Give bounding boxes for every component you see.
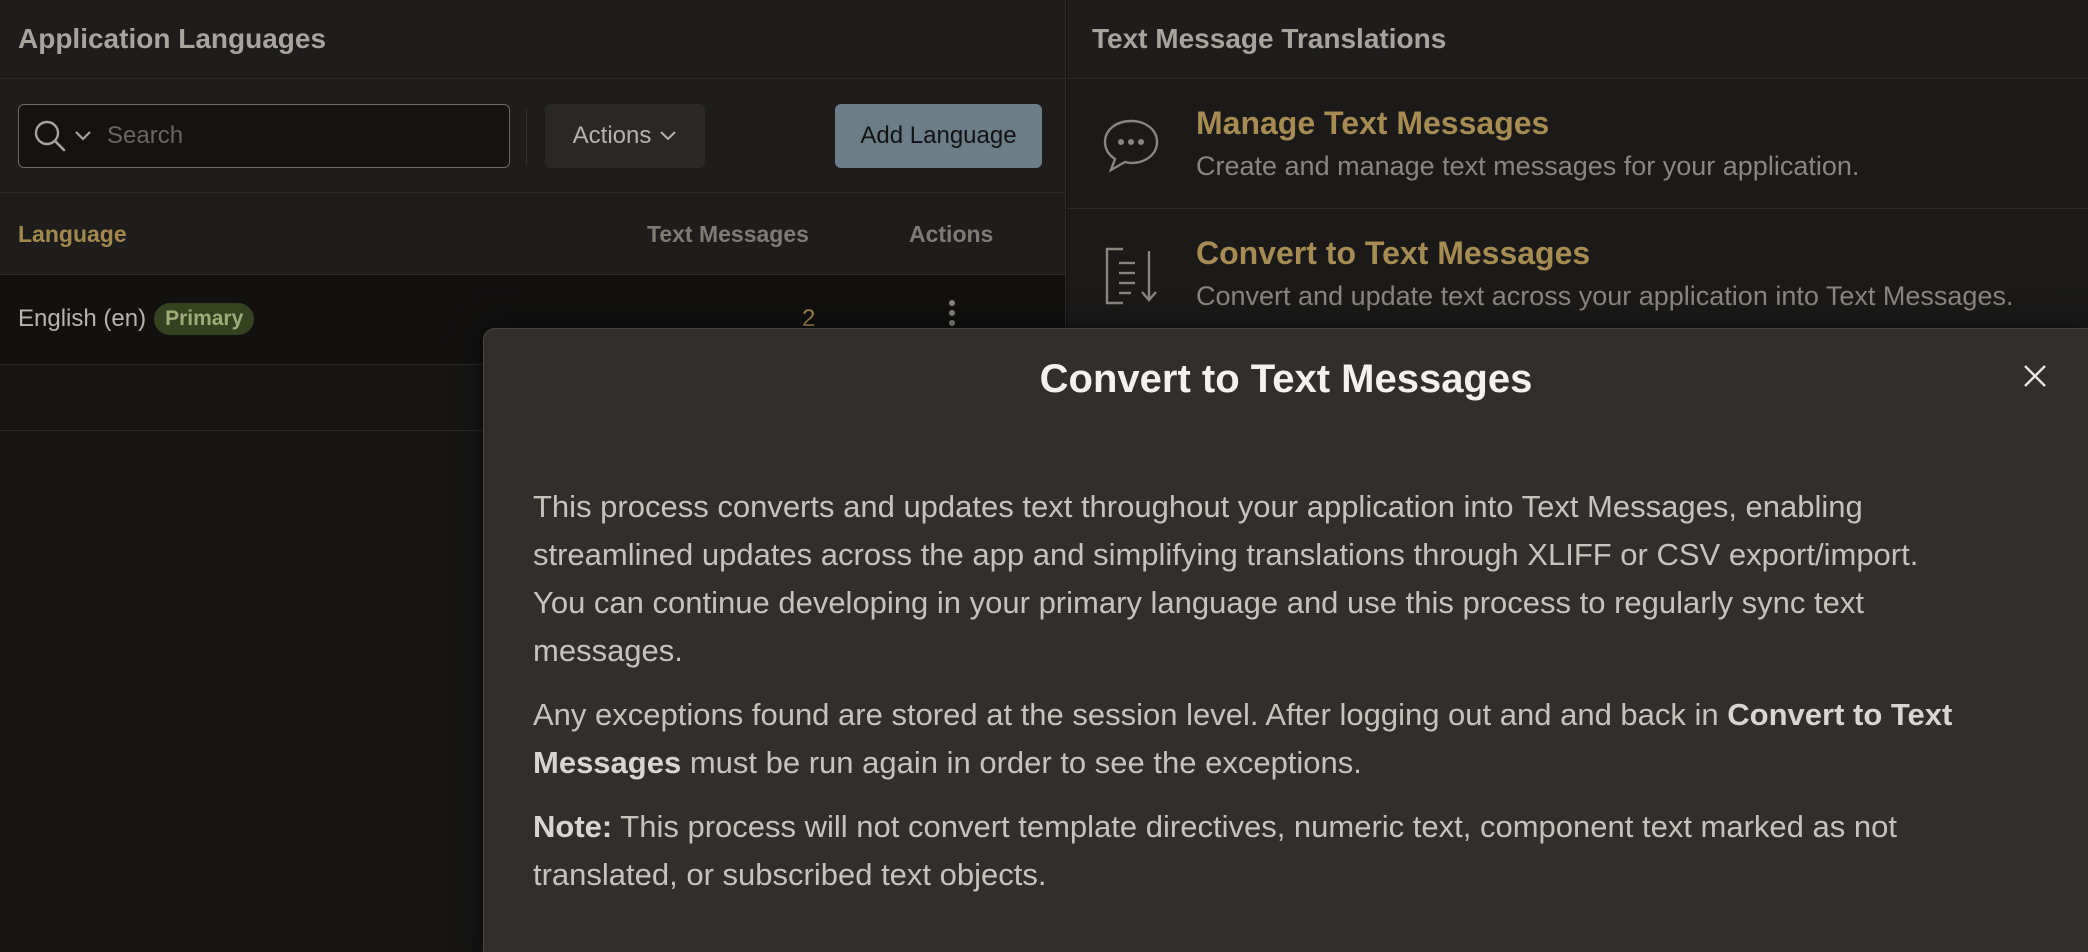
manage-text-messages-link[interactable]: Manage Text Messages Create and manage t… <box>1067 79 2088 209</box>
speech-bubble-icon <box>1103 119 1159 173</box>
convert-to-text-messages-dialog: Convert to Text Messages This process co… <box>483 328 2088 952</box>
dialog-title: Convert to Text Messages <box>1039 357 1533 401</box>
primary-badge: Primary <box>154 303 255 335</box>
panel-title: Application Languages <box>18 23 327 54</box>
panel-header: Text Message Translations <box>1067 0 2088 79</box>
add-language-button[interactable]: Add Language <box>835 104 1042 168</box>
dialog-paragraph-exceptions: Any exceptions found are stored at the s… <box>533 697 1953 780</box>
language-cell: English (en) Primary <box>18 303 255 335</box>
table-header: Language Text Messages Actions <box>0 193 1065 275</box>
column-header-text-messages[interactable]: Text Messages <box>647 221 809 248</box>
link-description: Create and manage text messages for your… <box>1196 151 1860 181</box>
search-menu-toggle[interactable] <box>33 119 93 153</box>
link-title: Convert to Text Messages <box>1196 235 1591 271</box>
actions-menu-button[interactable]: Actions <box>545 104 705 168</box>
row-actions-kebab-icon[interactable] <box>945 298 959 328</box>
language-name: English (en) <box>18 305 147 332</box>
toolbar: Search Actions Add Language <box>0 79 1065 193</box>
close-icon[interactable] <box>2022 363 2048 389</box>
chevron-down-icon <box>75 131 91 141</box>
convert-to-text-messages-link[interactable]: Convert to Text Messages Convert and upd… <box>1067 209 2088 339</box>
link-title: Manage Text Messages <box>1196 105 1550 141</box>
toolbar-divider <box>526 109 527 165</box>
dialog-paragraph-intro: This process converts and updates text t… <box>533 489 1919 668</box>
panel-title: Text Message Translations <box>1092 23 1447 54</box>
search-placeholder: Search <box>107 122 184 149</box>
column-header-language[interactable]: Language <box>18 221 127 248</box>
convert-list-icon <box>1105 247 1157 305</box>
search-icon <box>34 120 66 152</box>
panel-header: Application Languages <box>0 0 1065 79</box>
search-input[interactable]: Search <box>18 104 510 168</box>
link-description: Convert and update text across your appl… <box>1196 281 2014 311</box>
column-header-actions: Actions <box>909 221 994 247</box>
dialog-body: This process converts and updates text t… <box>533 483 1973 915</box>
dialog-paragraph-note: Note: This process will not convert temp… <box>533 809 1897 892</box>
actions-label: Actions <box>572 122 652 149</box>
chevron-down-icon <box>660 131 677 141</box>
